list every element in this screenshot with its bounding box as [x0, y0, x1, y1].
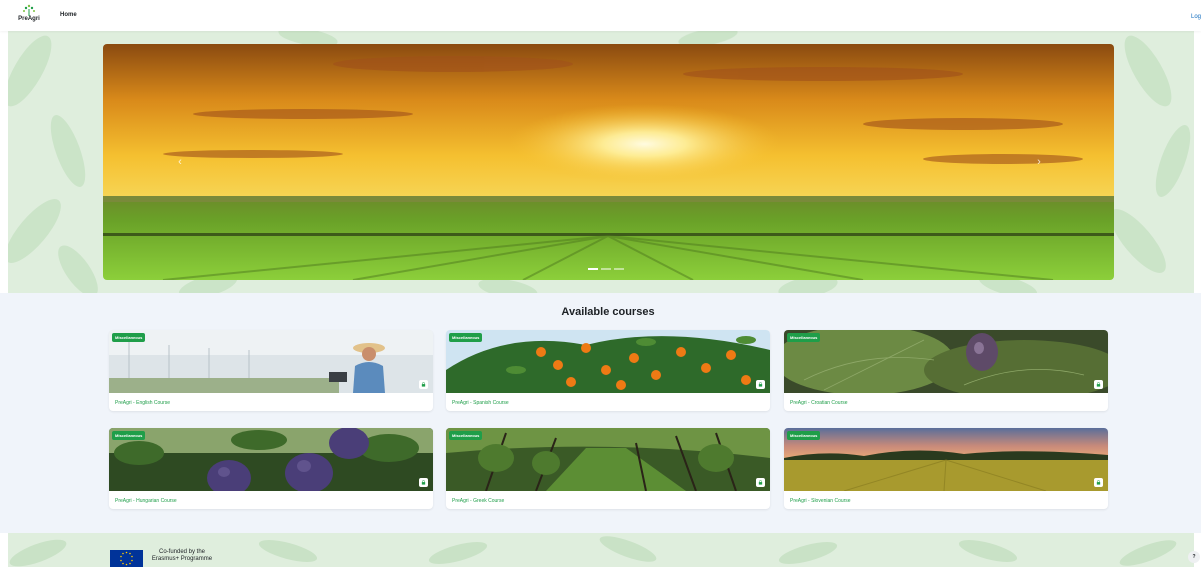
carousel-indicator-3[interactable] [614, 268, 624, 270]
carousel-indicators [588, 268, 624, 270]
category-badge: Miscellaneous [449, 333, 483, 342]
cofunded-line-2: Erasmus+ Programme [151, 556, 213, 562]
course-card-spanish[interactable]: Miscellaneous PreAgri - Spanish Course [446, 330, 770, 411]
carousel-prev-button[interactable]: ‹ [174, 156, 186, 168]
course-card-slovenian[interactable]: Miscellaneous PreAgri - Slovenian Course [784, 428, 1108, 509]
course-image [784, 330, 1108, 393]
course-image [109, 330, 433, 393]
course-title[interactable]: PreAgri - Greek Course [452, 498, 504, 504]
course-image [109, 428, 433, 491]
lock-icon [1094, 380, 1103, 389]
help-button[interactable]: ? [1188, 551, 1200, 563]
hero-carousel[interactable]: ‹ › [103, 44, 1114, 280]
navbar: PreAgri Home Log [0, 0, 1201, 31]
carousel-indicator-2[interactable] [601, 268, 611, 270]
category-badge: Miscellaneous [112, 333, 146, 342]
sunset-field-image [103, 44, 1114, 280]
carousel-indicator-1[interactable] [588, 268, 598, 270]
available-courses-section: Available courses Miscellaneous PreAgri … [0, 293, 1201, 533]
nav-home-link[interactable]: Home [60, 12, 77, 18]
eu-flag-logo [110, 550, 143, 567]
category-badge: Miscellaneous [449, 431, 483, 440]
carousel-next-button[interactable]: › [1033, 156, 1045, 168]
course-image [784, 428, 1108, 491]
brand-logo[interactable]: PreAgri [14, 4, 44, 28]
course-title[interactable]: PreAgri - Croatian Course [790, 400, 848, 406]
brand-name: PreAgri [18, 16, 40, 22]
lock-icon [756, 478, 765, 487]
course-card-hungarian[interactable]: Miscellaneous PreAgri - Hungarian Course [109, 428, 433, 509]
lock-icon [419, 478, 428, 487]
category-badge: Miscellaneous [787, 431, 821, 440]
lock-icon [756, 380, 765, 389]
category-badge: Miscellaneous [112, 431, 146, 440]
lock-icon [1094, 478, 1103, 487]
course-title[interactable]: PreAgri - Spanish Course [452, 400, 509, 406]
footer: Co-funded by the Erasmus+ Programme [8, 533, 1194, 567]
category-badge: Miscellaneous [787, 333, 821, 342]
course-image [446, 330, 770, 393]
section-title: Available courses [561, 306, 655, 318]
cofunded-text: Co-funded by the Erasmus+ Programme [146, 549, 218, 563]
course-title[interactable]: PreAgri - Hungarian Course [115, 498, 177, 504]
course-title[interactable]: PreAgri - English Course [115, 400, 170, 406]
login-link[interactable]: Log [1191, 14, 1201, 20]
cofunded-line-1: Co-funded by the [158, 549, 206, 555]
lock-icon [419, 380, 428, 389]
hero-section: ‹ › [8, 31, 1194, 293]
course-card-english[interactable]: Miscellaneous PreAgri - English Course [109, 330, 433, 411]
sprout-icon [23, 4, 35, 16]
course-image [446, 428, 770, 491]
course-card-croatian[interactable]: Miscellaneous PreAgri - Croatian Course [784, 330, 1108, 411]
course-card-greek[interactable]: Miscellaneous PreAgri - Greek Course [446, 428, 770, 509]
course-title[interactable]: PreAgri - Slovenian Course [790, 498, 851, 504]
